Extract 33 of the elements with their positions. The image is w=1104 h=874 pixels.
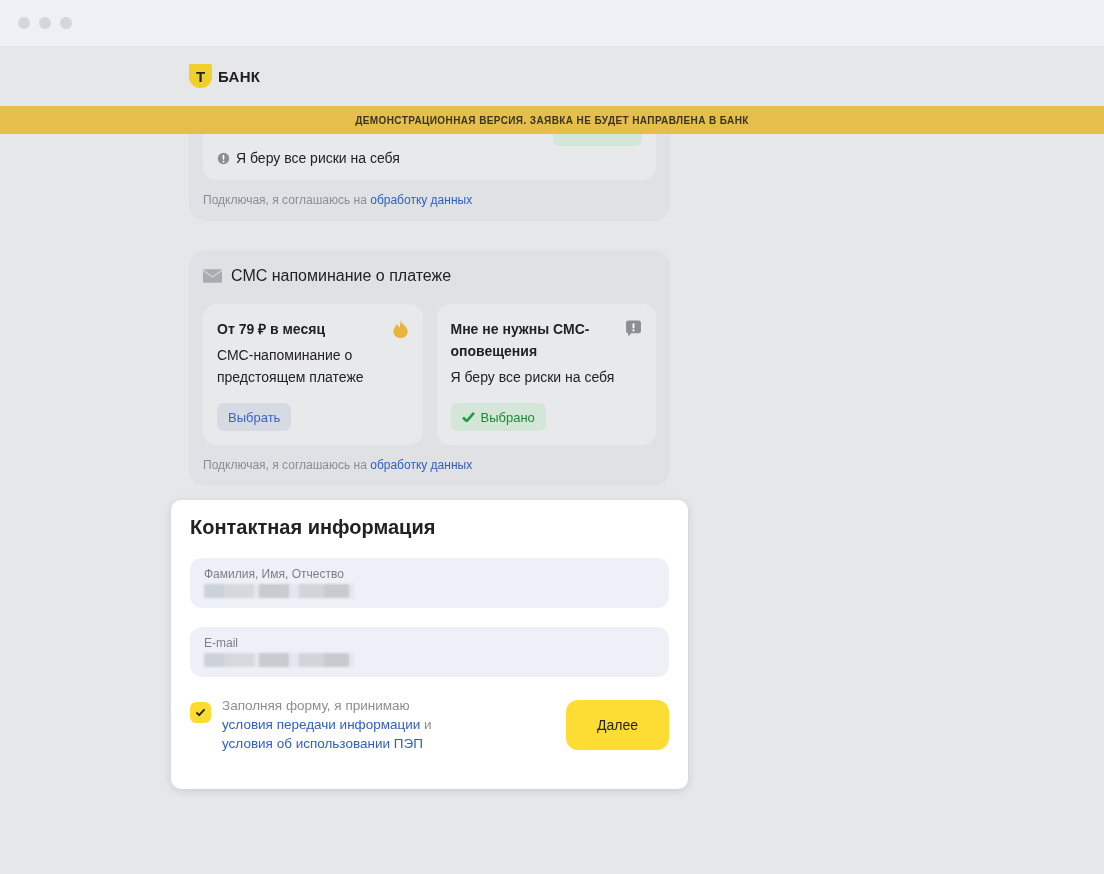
choose-button[interactable]: Выбрать — [217, 403, 292, 431]
logo-text: БАНК — [218, 67, 261, 85]
check-icon — [195, 708, 206, 717]
option-description: Я беру все риски на себя — [236, 150, 400, 166]
check-icon — [461, 412, 475, 422]
demo-banner: ДЕМОНСТРАЦИОННАЯ ВЕРСИЯ. ЗАЯВКА НЕ БУДЕТ НАПРАВЛЕНА В БАНК — [0, 106, 1104, 134]
input-field[interactable]: Фамилия, Имя, Отчество — [190, 558, 669, 608]
selected-button[interactable] — [553, 134, 642, 146]
agreement-text: Заполняя форму, я принимаю условия передачи информации и условия об использовании ПЭП — [222, 697, 433, 753]
option-description: Я беру все риски на себя — [450, 368, 616, 387]
transfer-terms-link[interactable]: условия передачи информации — [222, 717, 421, 732]
flame-icon — [391, 320, 409, 338]
window-dot[interactable] — [39, 17, 51, 29]
input-field[interactable]: E-mail — [190, 627, 669, 677]
agreement-checkbox[interactable] — [190, 702, 211, 723]
data-processing-link[interactable]: обработку данных — [370, 193, 473, 207]
window-dot[interactable] — [18, 17, 30, 29]
data-processing-link[interactable]: обработку данных — [370, 458, 473, 472]
option-description: СМС-напоминание о предстоящем платеже — [217, 346, 365, 387]
option-title: Мне не нужны СМС-оповещения — [450, 320, 591, 361]
alert-icon — [217, 151, 230, 165]
envelope-icon — [203, 269, 222, 283]
section-title: СМС напоминание о платеже — [231, 267, 452, 285]
consent-text: Подключая, я соглашаюсь на — [203, 193, 367, 207]
alert-bubble-icon — [625, 320, 642, 338]
contact-title: Контактная информация — [190, 516, 437, 539]
next-button[interactable]: Далее — [566, 699, 669, 750]
option-title: От 79 ₽ в месяц — [217, 320, 326, 339]
logo-mark: Т — [189, 64, 212, 88]
window-dot[interactable] — [60, 17, 72, 29]
consent-text: Подключая, я соглашаюсь на — [203, 458, 367, 472]
choose-button[interactable]: Выбрано — [450, 403, 546, 431]
signature-terms-link[interactable]: условия об использовании ПЭП — [222, 736, 423, 751]
